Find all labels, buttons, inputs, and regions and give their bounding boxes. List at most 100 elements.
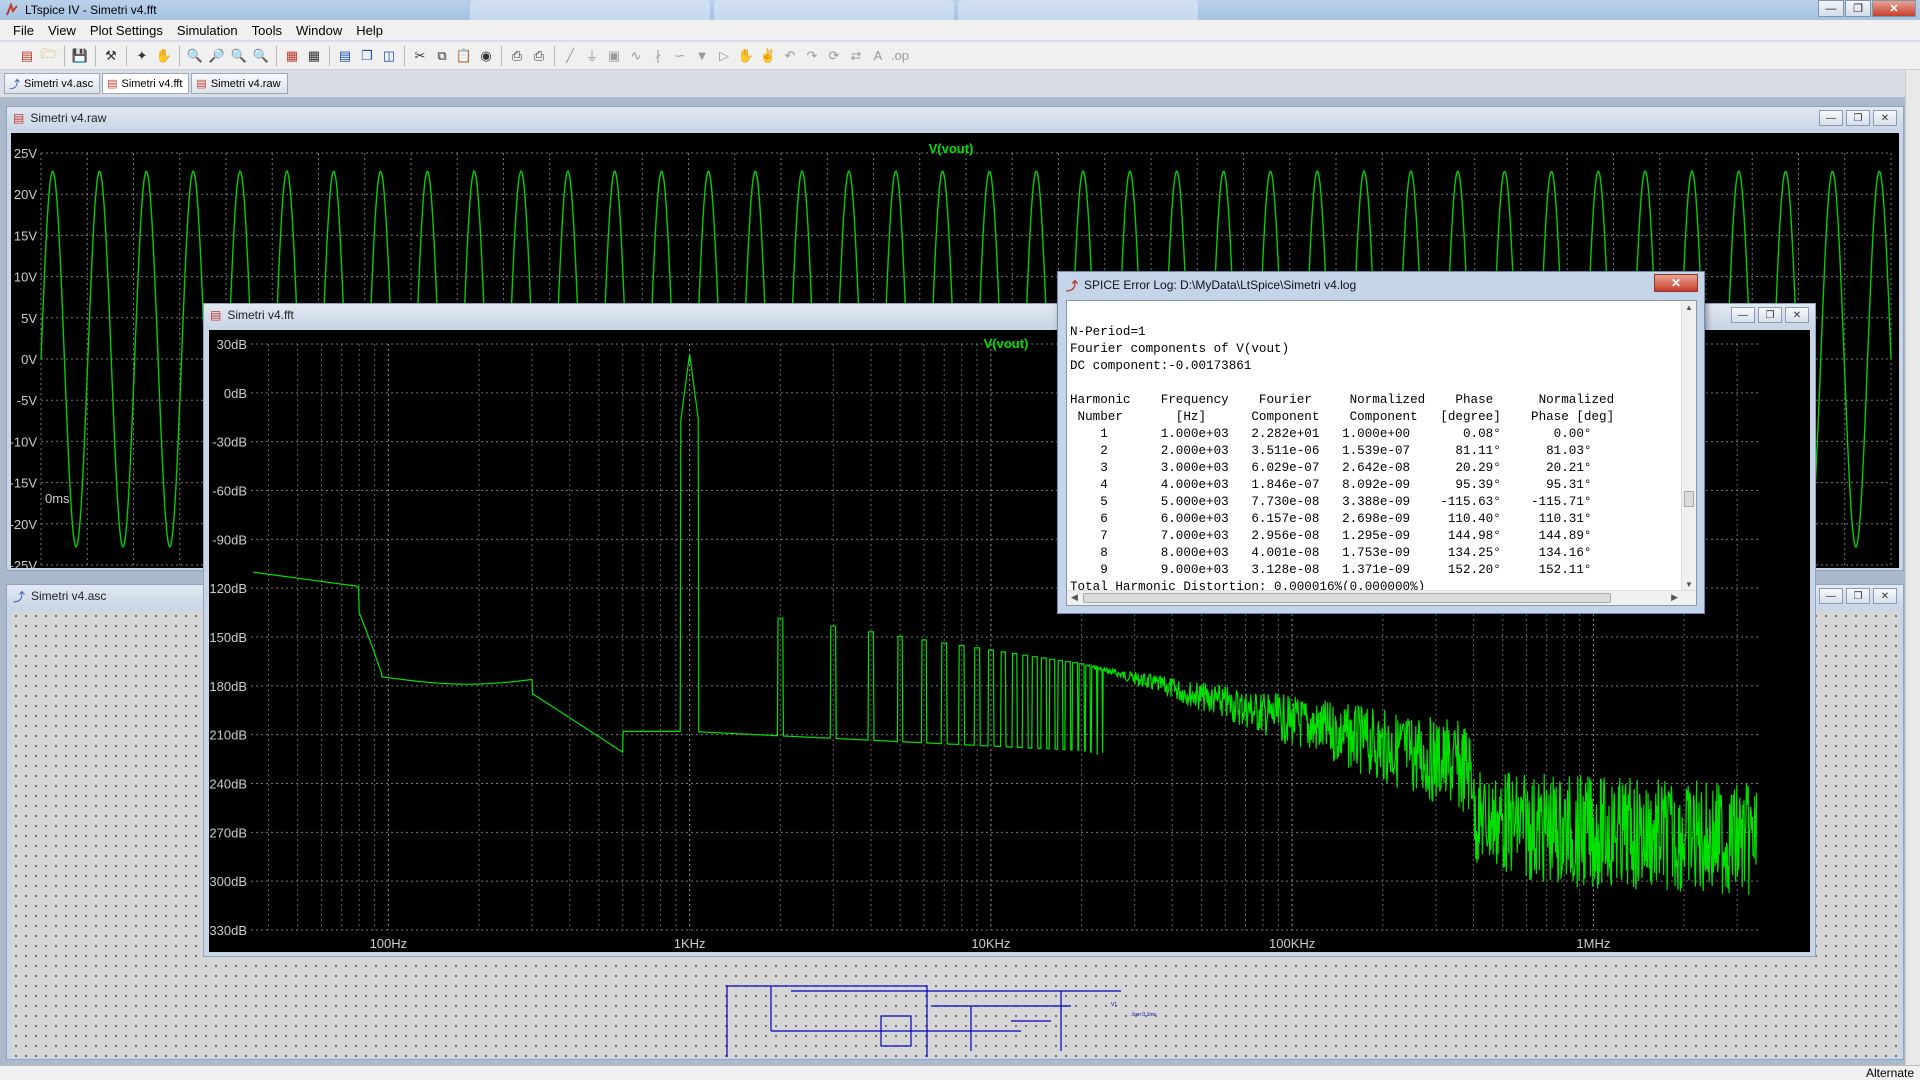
- move-icon[interactable]: ✋: [735, 45, 757, 67]
- y-tick-label: 10V: [14, 270, 37, 285]
- text-icon[interactable]: A: [867, 45, 889, 67]
- close-button[interactable]: ✕: [1873, 588, 1897, 604]
- plot-settings-icon[interactable]: ▦: [303, 45, 325, 67]
- autorange-icon[interactable]: ▦: [281, 45, 303, 67]
- minimize-button[interactable]: —: [1819, 110, 1843, 126]
- log-horizontal-scrollbar[interactable]: ◀ ▶: [1067, 590, 1696, 605]
- y-axis-ticks: 25V 20V 15V 10V 5V 0V -5V -10V -15V -20V -25V: [10, 146, 38, 573]
- zoom-out-icon[interactable]: 🔍: [228, 45, 250, 67]
- scroll-up-arrow-icon[interactable]: ▲: [1685, 303, 1693, 312]
- y-tick-label: -300dB: [209, 874, 247, 889]
- undo-icon[interactable]: ↶: [779, 45, 801, 67]
- document-tabs: ⤴ Simetri v4.asc ▤ Simetri v4.fft ▤ Sime…: [4, 73, 290, 95]
- label-net-icon[interactable]: ▣: [603, 45, 625, 67]
- close-button[interactable]: ✕: [1785, 307, 1809, 323]
- zoom-area-icon[interactable]: 🔎: [206, 45, 228, 67]
- control-panel-icon[interactable]: ⚒: [100, 45, 122, 67]
- ground-icon[interactable]: ⏚: [581, 45, 603, 67]
- maximize-button[interactable]: ❐: [1846, 588, 1870, 604]
- inductor-icon[interactable]: ∽: [669, 45, 691, 67]
- close-button[interactable]: ✕: [1654, 274, 1698, 292]
- menu-window[interactable]: Window: [289, 23, 349, 38]
- y-tick-label: -240dB: [209, 777, 247, 792]
- spice-directive-icon[interactable]: .op: [889, 45, 911, 67]
- capacitor-icon[interactable]: ∤: [647, 45, 669, 67]
- paste-icon[interactable]: 📋: [453, 45, 475, 67]
- workspace-vertical-scrollbar[interactable]: [1905, 70, 1920, 1065]
- tab-simetri-fft[interactable]: ▤ Simetri v4.fft: [102, 73, 190, 94]
- draw-wire-icon[interactable]: ╱: [559, 45, 581, 67]
- print-setup-icon[interactable]: ⎙: [528, 45, 550, 67]
- tile-vertical-icon[interactable]: ◫: [378, 45, 400, 67]
- y-tick-label: -20V: [11, 517, 37, 532]
- cut-icon[interactable]: ✂: [409, 45, 431, 67]
- trace-label[interactable]: V(vout): [984, 336, 1029, 351]
- maximize-button[interactable]: ❐: [1758, 307, 1782, 323]
- maximize-button[interactable]: ❐: [1846, 110, 1870, 126]
- menu-help[interactable]: Help: [349, 23, 390, 38]
- cascade-icon[interactable]: ❐: [356, 45, 378, 67]
- y-tick-label: -180dB: [209, 679, 247, 694]
- tile-horizontal-icon[interactable]: ▤: [334, 45, 356, 67]
- restore-button[interactable]: ❐: [1845, 0, 1871, 17]
- drag-icon[interactable]: ✌: [757, 45, 779, 67]
- ltspice-logo-icon: [6, 3, 18, 16]
- new-schematic-icon[interactable]: ▤: [16, 45, 38, 67]
- log-line: 5 5.000e+03 7.730e-08 3.388e-09 -115.63°…: [1070, 495, 1592, 509]
- trace-label[interactable]: V(vout): [929, 141, 974, 156]
- rotate-icon[interactable]: ⟳: [823, 45, 845, 67]
- tab-simetri-asc[interactable]: ⤴ Simetri v4.asc: [4, 73, 101, 94]
- log-text-area[interactable]: N-Period=1 Fourier components of V(vout) D…: [1066, 300, 1697, 606]
- svg-text:V1: V1: [1111, 1002, 1117, 1008]
- run-icon[interactable]: ✦: [131, 45, 153, 67]
- menu-file[interactable]: File: [6, 23, 41, 38]
- raw-window-controls: — ❐ ✕: [1816, 110, 1897, 126]
- minimize-button[interactable]: —: [1731, 307, 1755, 323]
- menu-plot-settings[interactable]: Plot Settings: [83, 23, 170, 38]
- close-button[interactable]: ✕: [1873, 110, 1897, 126]
- menu-tools[interactable]: Tools: [245, 23, 289, 38]
- minimize-button[interactable]: —: [1819, 588, 1843, 604]
- open-folder-icon[interactable]: 🗁: [38, 45, 60, 67]
- close-button[interactable]: ✕: [1872, 0, 1916, 17]
- menu-view[interactable]: View: [41, 23, 83, 38]
- minimize-button[interactable]: —: [1818, 0, 1844, 17]
- schematic-window-controls: — ❐ ✕: [1816, 588, 1897, 604]
- print-icon[interactable]: ⎙: [506, 45, 528, 67]
- waveform-icon: ▤: [196, 78, 207, 90]
- x-tick-label: 100Hz: [370, 936, 408, 951]
- resistor-icon[interactable]: ∿: [625, 45, 647, 67]
- zoom-in-icon[interactable]: 🔍: [184, 45, 206, 67]
- background-tab: [958, 0, 1198, 20]
- scrollbar-thumb[interactable]: [1684, 491, 1694, 507]
- mirror-icon[interactable]: ⇄: [845, 45, 867, 67]
- raw-window-titlebar[interactable]: ▤ Simetri v4.raw: [7, 107, 1903, 129]
- tab-simetri-raw[interactable]: ▤ Simetri v4.raw: [191, 73, 288, 94]
- copy-icon[interactable]: ⧉: [431, 45, 453, 67]
- log-vertical-scrollbar[interactable]: ▲ ▼: [1681, 301, 1696, 591]
- component-icon[interactable]: ▷: [713, 45, 735, 67]
- y-axis-ticks: 30dB 0dB -30dB -60dB -90dB -120dB -150dB -180dB…: [205, 337, 247, 938]
- y-tick-label: 0V: [21, 352, 37, 367]
- scroll-down-arrow-icon[interactable]: ▼: [1685, 580, 1693, 589]
- scrollbar-thumb[interactable]: [1083, 593, 1611, 603]
- scroll-right-arrow-icon[interactable]: ▶: [1671, 592, 1678, 603]
- y-tick-label: -270dB: [209, 825, 247, 840]
- redo-icon[interactable]: ↷: [801, 45, 823, 67]
- menu-simulation[interactable]: Simulation: [170, 23, 245, 38]
- zoom-fit-icon[interactable]: 🔍: [250, 45, 272, 67]
- find-binoculars-icon[interactable]: ◉: [475, 45, 497, 67]
- y-tick-label: 20V: [14, 187, 37, 202]
- pan-hand-icon[interactable]: ✋: [153, 45, 175, 67]
- log-window-titlebar[interactable]: ⤴ SPICE Error Log: D:\MyData\LtSpice\Sim…: [1058, 272, 1704, 298]
- save-icon[interactable]: 💾: [69, 45, 91, 67]
- scroll-left-arrow-icon[interactable]: ◀: [1071, 592, 1078, 603]
- log-line: 3 3.000e+03 6.029e-07 2.642e-08 20.29° 2…: [1070, 461, 1592, 475]
- x-tick-label: 1KHz: [674, 936, 706, 951]
- svg-text:.tran 0 1ms: .tran 0 1ms: [1131, 1012, 1157, 1018]
- waveform-icon: ▤: [13, 111, 25, 125]
- status-bar: Alternate: [0, 1065, 1920, 1080]
- diode-icon[interactable]: ▼: [691, 45, 713, 67]
